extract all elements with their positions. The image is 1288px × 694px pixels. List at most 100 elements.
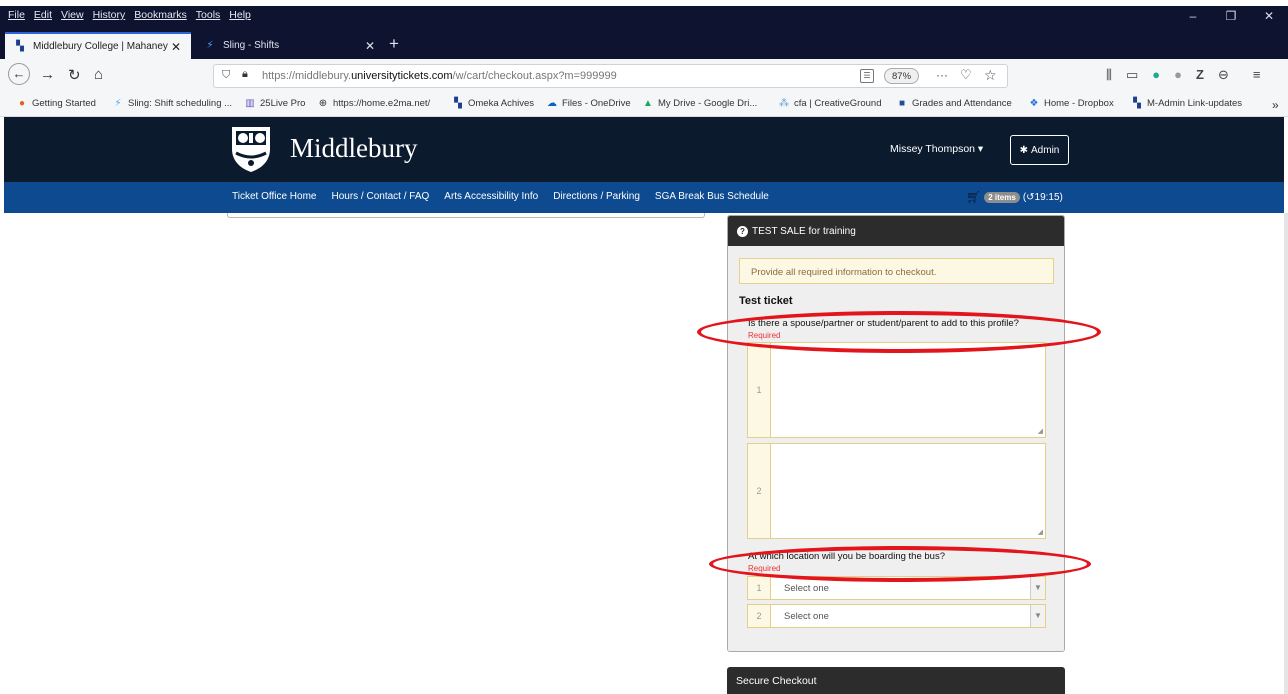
boarding-select-2[interactable]: 2 Select one ▼ [747, 604, 1046, 628]
gear-icon: ✱ [1019, 144, 1029, 156]
site-nav: Ticket Office Home Hours / Contact / FAQ… [4, 182, 1284, 213]
menu-hamburger-icon[interactable]: ≡ [1253, 67, 1261, 83]
row-number: 2 [748, 605, 771, 627]
bookmark-dropbox[interactable]: ❖ Home - Dropbox [1028, 98, 1114, 109]
menu-file[interactable]: File [8, 9, 25, 21]
panel-header: ? TEST SALE for training [728, 216, 1064, 246]
tab-sling[interactable]: ⚡ Sling - Shifts ✕ [195, 32, 385, 59]
creativeground-icon: ⁂ [779, 98, 789, 109]
sling-icon: ⚡ [114, 98, 122, 109]
row-number: 1 [748, 577, 771, 599]
google-drive-icon: ▲ [643, 98, 653, 109]
row-number: 1 [748, 343, 771, 437]
bookmark-google-drive[interactable]: ▲ My Drive - Google Dri... [642, 98, 757, 109]
chevron-down-icon[interactable]: ▼ [1030, 605, 1045, 627]
row-number: 2 [748, 444, 771, 538]
bookmark-getting-started[interactable]: ● Getting Started [16, 98, 96, 109]
resize-grip-icon[interactable]: ◢ [1038, 427, 1043, 435]
extension-ring-icon[interactable]: ● [1152, 67, 1160, 83]
menu-help[interactable]: Help [229, 9, 251, 21]
nav-sga-break-bus[interactable]: SGA Break Bus Schedule [655, 191, 769, 202]
annotation-circle-question-2 [709, 546, 1091, 582]
answer-textarea-2[interactable] [772, 444, 1045, 538]
cart-badge: 2 items [984, 191, 1020, 203]
answer-row-2: 2 ◢ [747, 443, 1046, 539]
lock-icon[interactable]: 🔒︎ [242, 68, 248, 81]
grades-icon: ■ [898, 98, 906, 109]
menu-view[interactable]: View [61, 9, 84, 21]
bookmarks-toolbar: ● Getting Started ⚡ Sling: Shift schedulin… [0, 93, 1288, 117]
pocket-icon[interactable]: ♡ [960, 67, 972, 83]
onedrive-icon: ☁ [547, 98, 557, 109]
chevron-down-icon[interactable]: ▼ [1030, 577, 1045, 599]
library-icon[interactable]: ⫼ [1106, 67, 1112, 83]
tab-middlebury[interactable]: ▚ Middlebury College | Mahaney ✕ [5, 32, 191, 59]
dropbox-icon: ❖ [1029, 98, 1039, 109]
forward-icon[interactable]: → [40, 66, 55, 83]
menu-bookmarks[interactable]: Bookmarks [134, 9, 187, 21]
url-bar[interactable]: ⛉ 🔒︎ https://middlebury.universityticket… [213, 64, 1008, 88]
panel-body: Provide all required information to chec… [728, 246, 1064, 651]
reload-icon[interactable]: ↻ [68, 66, 81, 84]
reader-view-icon[interactable]: ☰ [860, 69, 874, 83]
info-icon: ? [737, 226, 748, 237]
ticket-name: Test ticket [739, 295, 793, 307]
middlebury-favicon-icon: ▚ [16, 41, 24, 52]
tracking-shield-icon[interactable]: ⛉ [222, 69, 230, 82]
tab-bar: ▚ Middlebury College | Mahaney ✕ ⚡ Sling… [0, 32, 1288, 59]
page-scrollbar[interactable] [1284, 213, 1288, 694]
account-icon[interactable]: ⊖ [1218, 67, 1229, 83]
panel-title: TEST SALE for training [752, 226, 856, 237]
nav-directions-parking[interactable]: Directions / Parking [553, 191, 640, 202]
extension-grey-icon[interactable]: ● [1174, 67, 1182, 83]
middlebury-shield-icon[interactable] [230, 125, 272, 173]
annotation-circle-question-1 [697, 311, 1101, 353]
admin-button[interactable]: ✱ Admin [1010, 135, 1069, 165]
site-header: Middlebury Missey Thompson ▾ ✱ Admin [4, 117, 1284, 182]
menu-history[interactable]: History [93, 9, 126, 21]
middlebury-icon: ▚ [454, 98, 462, 109]
bookmark-e2ma[interactable]: ⊕ https://home.e2ma.net/ [317, 98, 430, 109]
user-menu[interactable]: Missey Thompson ▾ [890, 143, 983, 155]
zoom-level[interactable]: 87% [884, 68, 920, 84]
bookmark-grades[interactable]: ■ Grades and Attendance [896, 98, 1012, 109]
bookmark-sling[interactable]: ⚡ Sling: Shift scheduling ... [112, 98, 232, 109]
sidebar-icon[interactable]: ▭ [1126, 67, 1138, 83]
sling-favicon-icon: ⚡ [206, 40, 214, 51]
menu-bar: File Edit View History Bookmarks Tools H… [0, 6, 1288, 32]
nav-arts-accessibility[interactable]: Arts Accessibility Info [444, 191, 538, 202]
firefox-icon: ● [18, 98, 26, 109]
menu-edit[interactable]: Edit [34, 9, 52, 21]
url-text[interactable]: https://middlebury.universitytickets.com… [262, 70, 617, 82]
bookmark-onedrive[interactable]: ☁ Files - OneDrive [546, 98, 631, 109]
back-icon[interactable]: ← [8, 63, 30, 85]
bookmark-25live[interactable]: ▥ 25Live Pro [244, 98, 305, 109]
select-value: Select one [784, 611, 829, 622]
required-info-alert: Provide all required information to chec… [739, 258, 1054, 284]
close-window-icon[interactable]: ✕ [1250, 9, 1288, 23]
page-actions-icon[interactable]: ··· [936, 68, 948, 82]
close-tab-icon[interactable]: ✕ [363, 39, 377, 53]
home-icon[interactable]: ⌂ [94, 66, 103, 83]
menu-tools[interactable]: Tools [196, 9, 221, 21]
select-value: Select one [784, 583, 829, 594]
minimize-icon[interactable]: – [1174, 9, 1212, 23]
nav-ticket-office-home[interactable]: Ticket Office Home [232, 191, 316, 202]
answer-textarea-1[interactable] [772, 343, 1045, 437]
bookmark-madmin[interactable]: ▚ M-Admin Link-updates [1131, 98, 1242, 109]
bookmark-star-icon[interactable]: ☆ [984, 67, 997, 84]
restore-icon[interactable]: ❐ [1212, 9, 1250, 23]
zotero-icon[interactable]: Z [1196, 67, 1204, 83]
bookmark-omeka[interactable]: ▚ Omeka Achives [452, 98, 534, 109]
cart-link[interactable]: 🛒︎ 2 items (↺19:15) [966, 190, 1063, 204]
resize-grip-icon[interactable]: ◢ [1038, 528, 1043, 536]
tab-title: Middlebury College | Mahaney [33, 41, 168, 52]
more-bookmarks-icon[interactable]: » [1272, 98, 1279, 112]
globe-icon: ⊕ [318, 98, 328, 109]
middlebury-icon: ▚ [1133, 98, 1141, 109]
bookmark-creativeground[interactable]: ⁂ cfa | CreativeGround [778, 98, 881, 109]
nav-hours-contact-faq[interactable]: Hours / Contact / FAQ [331, 191, 429, 202]
close-tab-icon[interactable]: ✕ [169, 40, 183, 54]
site-brand[interactable]: Middlebury [290, 133, 418, 164]
new-tab-icon[interactable]: + [389, 34, 399, 54]
